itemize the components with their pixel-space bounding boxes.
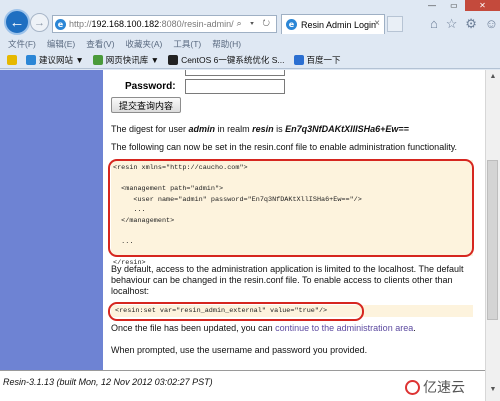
digest-line: The digest for user admin in realm resin… [111,124,409,134]
admin-area-link[interactable]: continue to the administration area [275,323,413,333]
menu-help[interactable]: 帮助(H) [212,38,241,50]
highlight-circle-1 [108,159,474,257]
address-bar[interactable]: e http://192.168.100.182:8080/resin-admi… [52,15,277,33]
menu-file[interactable]: 文件(F) [8,38,36,50]
footer-divider [0,370,485,371]
menu-view[interactable]: 查看(V) [86,38,114,50]
fav-centos-optimize[interactable]: CentOS 6一键系统优化 S... [168,54,285,66]
resin-version: Resin-3.1.13 (built Mon, 12 Nov 2012 03:… [3,377,213,387]
close-window-icon[interactable]: ✕ [464,0,500,11]
config-intro-text: The following can now be set in the resi… [111,142,458,152]
submit-button[interactable]: 提交查询内容 [111,97,181,113]
sidebar-blue-panel [0,70,103,370]
back-button[interactable]: ← [4,9,30,35]
watermark-text: 亿速云 [423,379,465,395]
tab-resin-admin-login[interactable]: e Resin Admin Login × [281,14,385,34]
password-label: Password: [125,81,176,92]
yisu-logo-icon [405,379,420,395]
watermark-logo: 亿速云 [405,377,465,397]
ie-logo-icon [26,55,36,65]
menu-bar: 文件(F) 编辑(E) 查看(V) 收藏夹(A) 工具(T) 帮助(H) [0,37,500,51]
back-arrow-icon: ← [9,13,25,31]
web-slice-icon [92,55,103,65]
tab-title: Resin Admin Login [301,19,377,30]
toolbar-icons: ⌂ ☆ ⚙ ☺ [430,16,498,32]
favorites-star-icon [7,55,17,65]
tab-favicon-icon: e [286,19,297,30]
file-updated-text: Once the file has been updated, you can … [111,323,416,333]
ie-logo-icon: e [55,18,66,30]
fav-baidu[interactable]: 百度一下 [293,54,341,66]
smiley-icon[interactable]: ☺ [485,16,498,32]
fav-suggested-sites[interactable]: 建议网站 ▼ [26,54,84,66]
tab-close-icon[interactable]: × [374,18,380,29]
terminal-icon [168,55,179,65]
password-field[interactable] [185,79,285,94]
favorites-bar: 建议网站 ▼ 网页快讯库 ▼ CentOS 6一键系统优化 S... 百度一下 [0,52,500,69]
home-icon[interactable]: ⌂ [430,16,438,32]
maximize-icon[interactable]: ▭ [443,0,465,11]
favorites-star-icon[interactable]: ☆ [446,16,458,32]
window-controls: — ▭ ✕ [421,0,500,11]
prompt-instructions: When prompted, use the username and pass… [111,345,368,355]
username-field[interactable] [185,70,285,76]
menu-favorites[interactable]: 收藏夹(A) [126,38,163,50]
menu-tools[interactable]: 工具(T) [173,38,201,50]
highlight-circle-2 [108,302,364,321]
scroll-up-arrow-icon[interactable]: ▲ [488,73,498,83]
forward-button[interactable]: → [30,13,49,32]
new-tab-button[interactable] [387,16,403,32]
settings-gear-icon[interactable]: ⚙ [465,16,477,32]
scroll-down-arrow-icon[interactable]: ▼ [488,386,498,396]
scrollbar-thumb[interactable] [487,160,498,320]
menu-edit[interactable]: 编辑(E) [47,38,75,50]
baidu-paw-icon [293,55,304,65]
minimize-icon[interactable]: — [421,0,443,11]
default-access-text: By default, access to the administration… [111,264,464,296]
address-url: http://192.168.100.182:8080/resin-admin/ [69,19,234,29]
address-controls[interactable]: ⌕ ▾ ↻ [237,18,273,29]
forward-arrow-icon: → [34,16,45,29]
fav-web-slice-gallery[interactable]: 网页快讯库 ▼ [92,54,159,66]
